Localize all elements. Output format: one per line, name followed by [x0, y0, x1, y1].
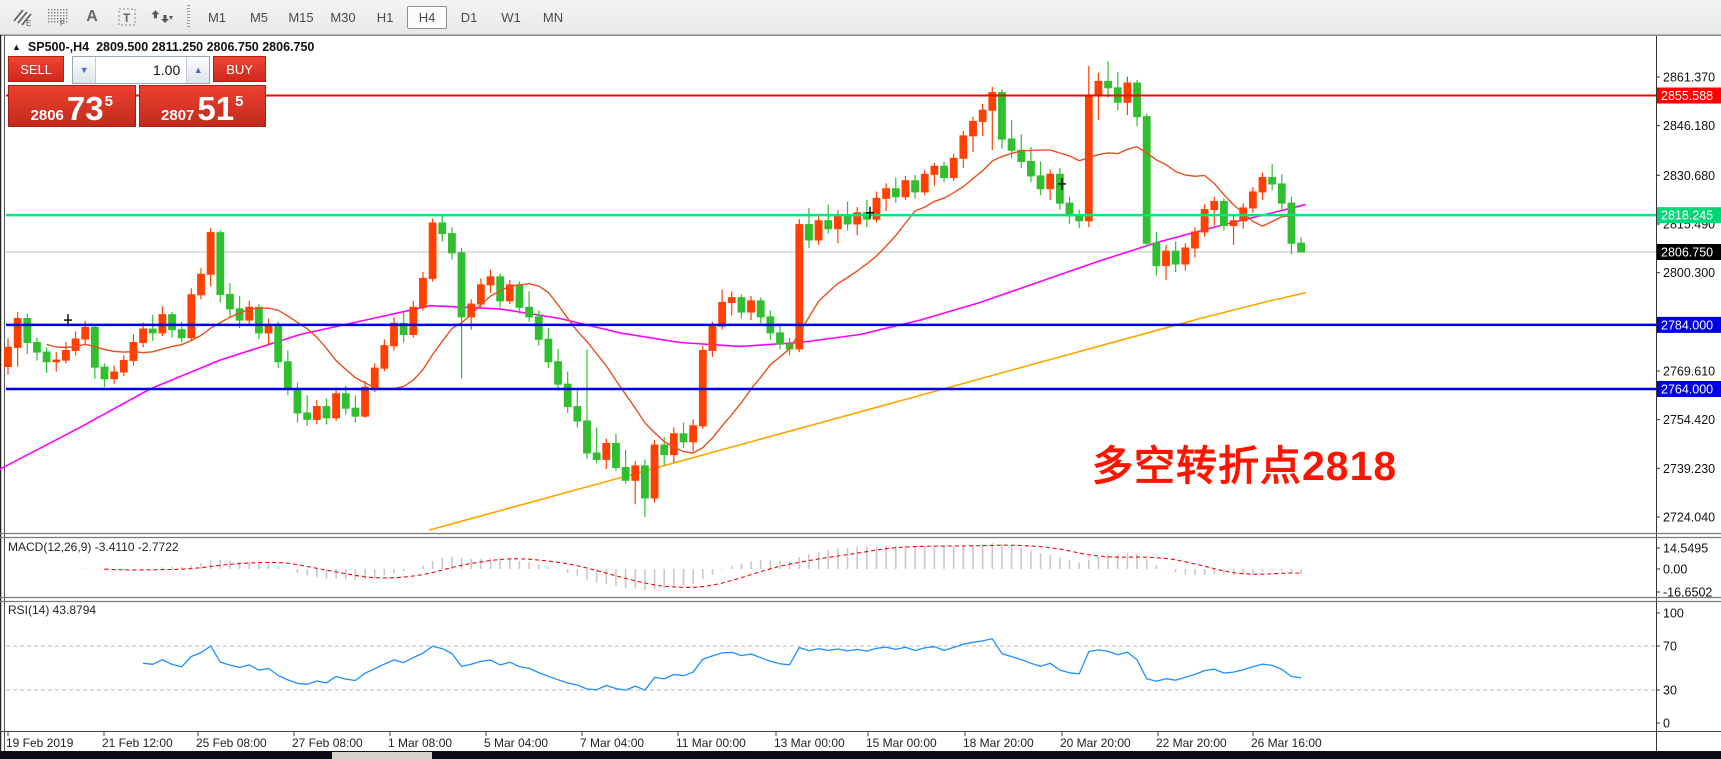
volume-input[interactable]: [96, 57, 186, 83]
svg-text:14.5495: 14.5495: [1663, 542, 1708, 556]
svg-text:5 Mar 04:00: 5 Mar 04:00: [484, 736, 548, 750]
chart-text-annotation: 多空转折点2818: [1092, 432, 1397, 492]
svg-text:100: 100: [1663, 607, 1684, 621]
sell-price-prefix: 2806: [31, 108, 64, 123]
svg-text:30: 30: [1663, 684, 1677, 698]
svg-text:1 Mar 08:00: 1 Mar 08:00: [388, 736, 452, 750]
svg-text:0.00: 0.00: [1663, 563, 1687, 577]
svg-text:2754.420: 2754.420: [1663, 413, 1715, 427]
svg-text:2764.000: 2764.000: [1661, 382, 1713, 396]
svg-text:2724.040: 2724.040: [1663, 510, 1715, 524]
svg-text:2769.610: 2769.610: [1663, 364, 1715, 378]
svg-text:2818.245: 2818.245: [1661, 209, 1713, 223]
buy-price-sup: 5: [235, 94, 243, 109]
svg-text:2861.370: 2861.370: [1663, 71, 1715, 85]
rsi-label: RSI(14) 43.8794: [8, 603, 96, 617]
svg-text:0: 0: [1663, 717, 1670, 731]
svg-text:13 Mar 00:00: 13 Mar 00:00: [774, 736, 845, 750]
volume-increase-button[interactable]: ▲: [186, 57, 209, 83]
svg-text:2846.180: 2846.180: [1663, 119, 1715, 133]
svg-text:2784.000: 2784.000: [1661, 318, 1713, 332]
sell-button[interactable]: SELL: [8, 56, 64, 82]
chart-symbol-label: SP500-,H4: [28, 40, 89, 54]
svg-text:7 Mar 04:00: 7 Mar 04:00: [580, 736, 644, 750]
svg-text:-16.6502: -16.6502: [1663, 586, 1712, 600]
svg-text:27 Feb 08:00: 27 Feb 08:00: [292, 736, 363, 750]
svg-text:70: 70: [1663, 640, 1677, 654]
svg-text:21 Feb 12:00: 21 Feb 12:00: [102, 736, 173, 750]
sell-price-sup: 5: [105, 94, 113, 109]
buy-button[interactable]: BUY: [213, 56, 266, 82]
chart-ohlc-values: 2809.500 2811.250 2806.750 2806.750: [96, 40, 314, 54]
collapse-triangle-icon[interactable]: ▲: [12, 42, 21, 52]
svg-text:26 Mar 16:00: 26 Mar 16:00: [1251, 736, 1322, 750]
svg-text:25 Feb 08:00: 25 Feb 08:00: [196, 736, 267, 750]
buy-price-big: 51: [197, 95, 234, 123]
chart-title: ▲ SP500-,H4 2809.500 2811.250 2806.750 2…: [12, 40, 314, 54]
svg-text:2830.680: 2830.680: [1663, 169, 1715, 183]
macd-label: MACD(12,26,9) -3.4110 -2.7722: [8, 540, 179, 554]
svg-text:15 Mar 00:00: 15 Mar 00:00: [866, 736, 937, 750]
svg-text:19 Feb 2019: 19 Feb 2019: [6, 736, 74, 750]
window-bottom-edge: [0, 752, 1721, 759]
svg-text:2806.750: 2806.750: [1661, 245, 1713, 259]
sell-price-quote[interactable]: 2806 73 5: [8, 85, 136, 127]
svg-text:11 Mar 00:00: 11 Mar 00:00: [676, 736, 746, 750]
svg-text:2739.230: 2739.230: [1663, 462, 1715, 476]
one-click-trading-panel: SELL ▼ ▲ BUY 2806 73 5 2807 51 5: [8, 56, 266, 127]
svg-text:20 Mar 20:00: 20 Mar 20:00: [1060, 736, 1131, 750]
svg-text:2800.300: 2800.300: [1663, 266, 1715, 280]
buy-price-prefix: 2807: [161, 108, 194, 123]
buy-price-quote[interactable]: 2807 51 5: [139, 85, 267, 127]
svg-text:18 Mar 20:00: 18 Mar 20:00: [963, 736, 1034, 750]
sell-price-big: 73: [67, 95, 104, 123]
volume-stepper: ▼ ▲: [72, 56, 210, 84]
volume-decrease-button[interactable]: ▼: [73, 57, 96, 83]
svg-text:22 Mar 20:00: 22 Mar 20:00: [1156, 736, 1227, 750]
window-bottom-edge-segment: [332, 752, 432, 759]
svg-text:2855.588: 2855.588: [1661, 89, 1713, 103]
